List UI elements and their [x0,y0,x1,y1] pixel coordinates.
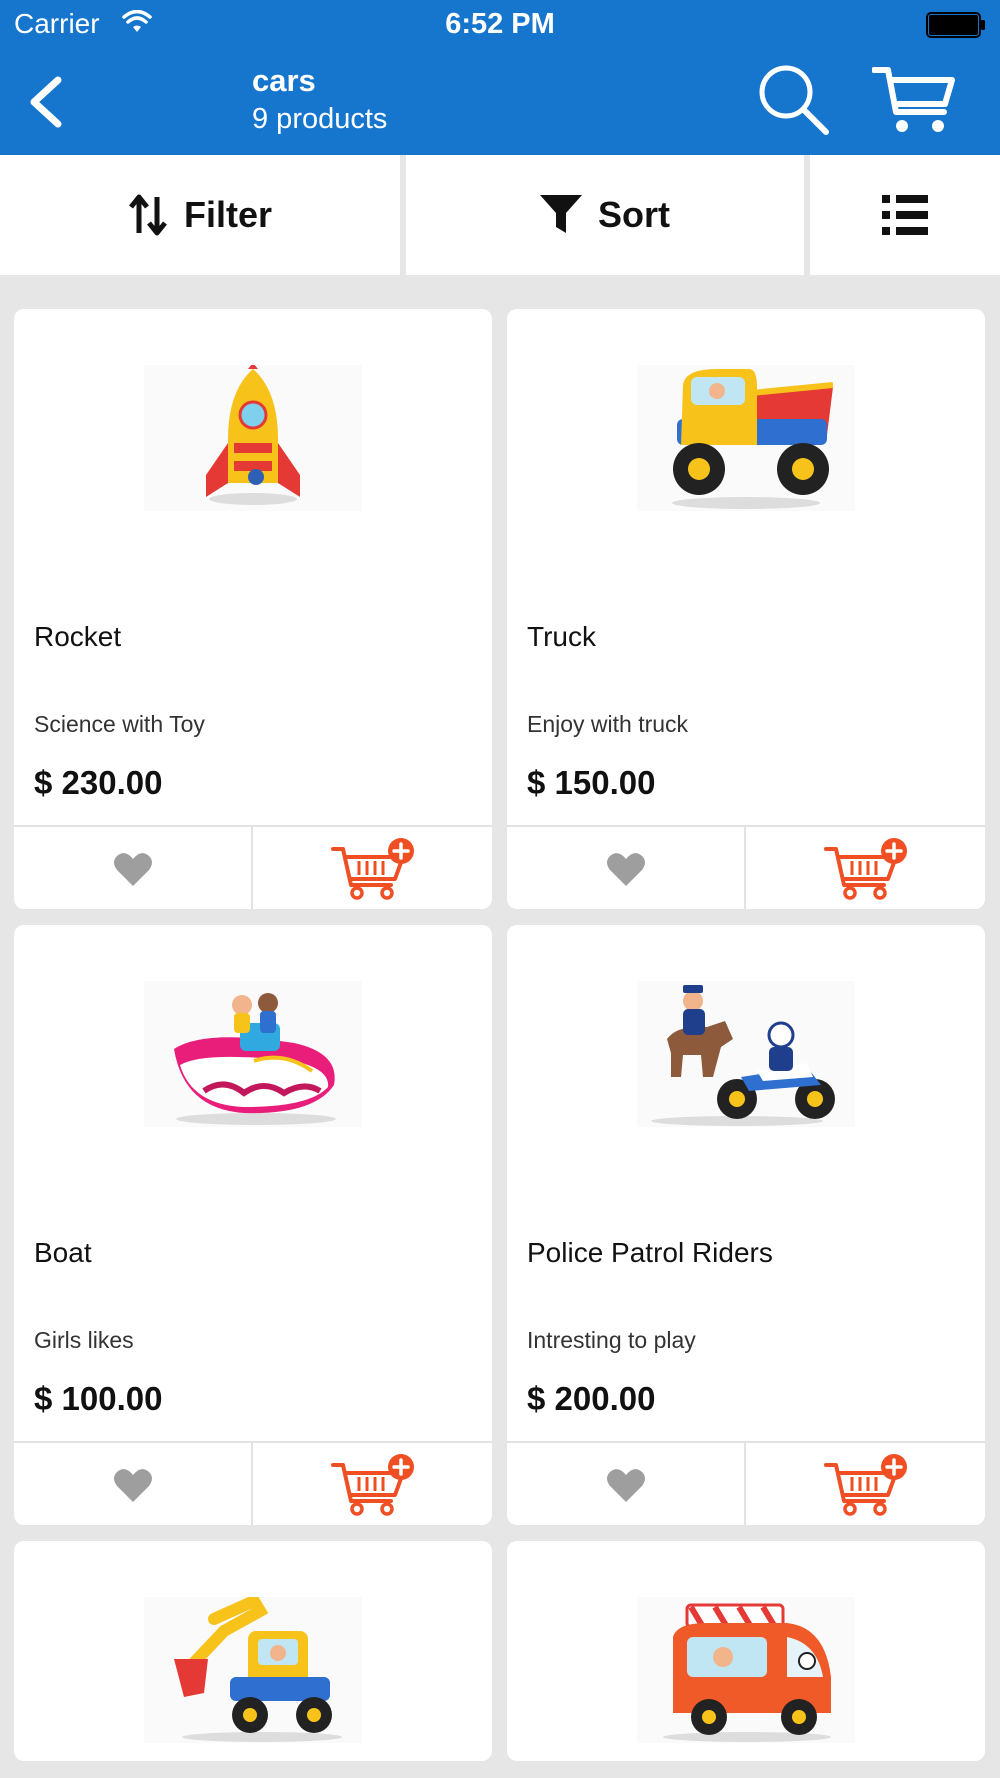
truck-toy-image [637,365,855,511]
ice-cream-van-toy-image [637,1597,855,1743]
favorite-button[interactable] [507,827,746,909]
card-actions [14,1441,492,1525]
product-description: Science with Toy [34,711,205,737]
product-card[interactable]: Boat Girls likes $ 100.00 [14,925,492,1525]
list-view-toggle[interactable] [810,155,1000,275]
back-button[interactable] [22,72,72,132]
product-name: Truck [527,621,596,652]
list-icon [882,195,928,235]
heart-icon [113,853,152,886]
shopping-cart-icon [871,67,955,132]
filter-sort-toolbar: Filter Sort [0,155,1000,275]
card-actions [507,1441,985,1525]
heart-icon [606,1469,645,1502]
favorite-button[interactable] [507,1443,746,1525]
product-price: $ 100.00 [34,1380,163,1417]
card-actions [507,825,985,909]
product-description: Girls likes [34,1327,134,1353]
cart-plus-icon [330,838,414,900]
cart-plus-icon [823,838,907,900]
product-price: $ 200.00 [527,1380,656,1417]
page-title: cars [252,63,316,98]
product-price: $ 230.00 [34,764,163,801]
boat-toy-image [144,981,362,1127]
product-card[interactable] [14,1541,492,1761]
add-to-cart-button[interactable] [746,1443,985,1525]
product-card[interactable]: Truck Enjoy with truck $ 150.00 [507,309,985,909]
sort-arrows-icon [129,194,167,236]
chevron-left-icon [30,76,62,128]
card-actions [14,825,492,909]
product-price: $ 150.00 [527,764,656,801]
cart-button[interactable] [871,64,956,136]
status-bar: Carrier 6:52 PM [0,0,1000,50]
cart-plus-icon [823,1454,907,1516]
product-name: Police Patrol Riders [527,1237,773,1268]
product-card[interactable]: Police Patrol Riders Intresting to play … [507,925,985,1525]
heart-icon [606,853,645,886]
add-to-cart-button[interactable] [253,827,492,909]
sort-label: Sort [598,194,670,235]
app-screen: Carrier 6:52 PM cars 9 products Filter S… [0,0,1000,1778]
nav-title-group: cars 9 products [252,62,387,138]
product-card[interactable]: Rocket Science with Toy $ 230.00 [14,309,492,909]
filter-button[interactable]: Filter [0,155,400,275]
navigation-bar: Carrier 6:52 PM cars 9 products [0,0,1000,155]
product-name: Boat [34,1237,92,1268]
product-card[interactable] [507,1541,985,1761]
funnel-icon [540,195,582,233]
status-time: 6:52 PM [445,8,555,40]
heart-icon [113,1469,152,1502]
product-description: Intresting to play [527,1327,696,1353]
product-name: Rocket [34,621,122,652]
product-description: Enjoy with truck [527,711,689,737]
sort-button[interactable]: Sort [406,155,804,275]
cart-plus-icon [330,1454,414,1516]
police-riders-toy-image [637,981,855,1127]
battery-icon [926,12,985,38]
rocket-toy-image [144,365,362,511]
product-count: 9 products [252,103,388,135]
add-to-cart-button[interactable] [253,1443,492,1525]
search-icon [759,65,829,135]
search-button[interactable] [756,62,830,136]
favorite-button[interactable] [14,1443,253,1525]
favorite-button[interactable] [14,827,253,909]
filter-label: Filter [183,194,272,235]
digger-toy-image [144,1597,362,1743]
add-to-cart-button[interactable] [746,827,985,909]
